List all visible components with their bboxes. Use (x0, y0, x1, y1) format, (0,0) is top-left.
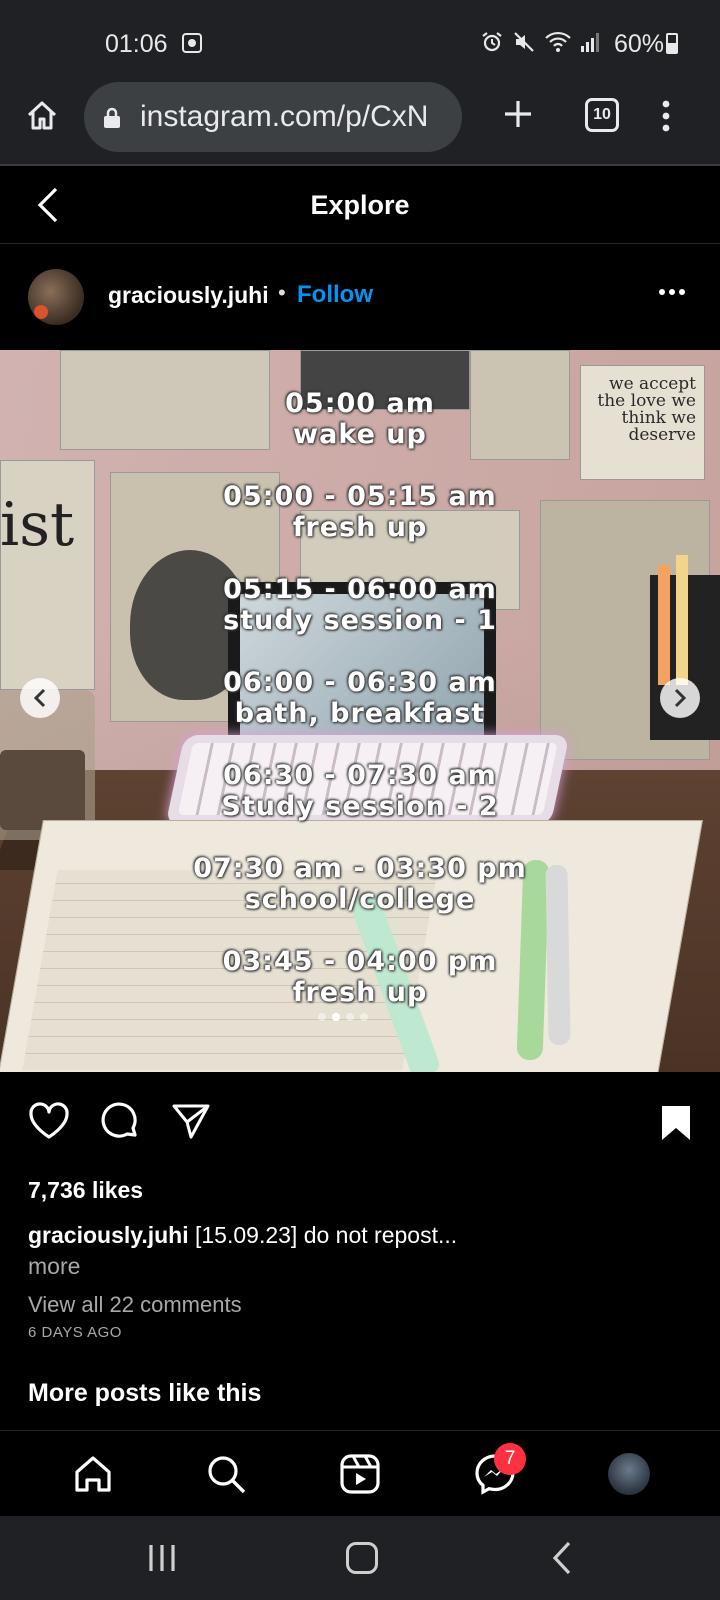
carousel-next-button[interactable] (660, 678, 700, 718)
messages-badge: 7 (494, 1443, 526, 1475)
schedule-activity: school/college (244, 884, 476, 915)
home-icon (75, 1456, 111, 1492)
author-avatar[interactable] (28, 269, 84, 325)
carousel-prev-button[interactable] (20, 678, 60, 718)
wifi-icon (545, 31, 571, 52)
send-icon (172, 1104, 210, 1139)
save-button[interactable] (660, 1104, 692, 1147)
comment-button[interactable] (100, 1102, 140, 1147)
comment-icon (101, 1102, 137, 1138)
mute-icon (514, 32, 534, 52)
schedule-time: 06:00 - 06:30 am (223, 667, 497, 698)
new-tab-button[interactable] (500, 96, 536, 137)
nav-profile-avatar[interactable] (608, 1453, 650, 1495)
battery-icon (666, 33, 678, 54)
alarm-icon (482, 32, 502, 52)
author-username[interactable]: graciously.juhi (108, 282, 269, 309)
nav-search[interactable] (205, 1453, 247, 1500)
schedule-activity: wake up (293, 419, 427, 450)
back-icon (552, 1541, 571, 1575)
carousel-dot (318, 1013, 326, 1021)
page-title: Explore (310, 190, 410, 220)
address-bar[interactable]: instagram.com/p/CxN (84, 82, 462, 152)
caption-text: [15.09.23] do not repost... (195, 1222, 458, 1248)
share-button[interactable] (171, 1102, 211, 1145)
schedule-entry: 05:15 - 06:00 am study session - 1 (0, 574, 720, 667)
nav-reels[interactable] (339, 1453, 381, 1500)
recent-apps-button[interactable] (148, 1543, 176, 1578)
bottom-navigation: 7 (0, 1430, 720, 1516)
schedule-time: 05:00 am (285, 388, 435, 419)
system-home-button[interactable] (346, 1542, 378, 1574)
browser-menu-button[interactable] (660, 98, 672, 139)
schedule-activity: fresh up (292, 977, 428, 1008)
status-time: 01:06 (105, 30, 168, 58)
more-vertical-icon (662, 100, 670, 132)
like-count[interactable]: 7,736 likes (28, 1177, 143, 1204)
status-bar: 01:06 60% (0, 0, 720, 80)
like-button[interactable] (28, 1102, 70, 1145)
schedule-entry: 03:45 - 04:00 pm fresh up (0, 946, 720, 1039)
browser-toolbar: instagram.com/p/CxN 10 (0, 80, 720, 166)
url-text: instagram.com/p/CxN (140, 100, 429, 133)
status-icons (480, 30, 600, 54)
carousel-indicator (318, 1013, 368, 1021)
more-horizontal-icon (659, 289, 685, 295)
view-comments-link[interactable]: View all 22 comments (28, 1292, 242, 1318)
schedule-activity: bath, breakfast (234, 698, 486, 729)
schedule-time: 07:30 am - 03:30 pm (193, 853, 527, 884)
tab-switcher-button[interactable]: 10 (585, 98, 619, 132)
schedule-time: 05:15 - 06:00 am (223, 574, 497, 605)
nav-home[interactable] (72, 1453, 114, 1500)
schedule-time: 06:30 - 07:30 am (223, 760, 497, 791)
post-options-button[interactable] (657, 284, 687, 302)
battery-percent: 60% (614, 30, 665, 58)
system-back-button[interactable] (552, 1541, 572, 1580)
caption-username[interactable]: graciously.juhi (28, 1222, 189, 1248)
schedule-time: 05:00 - 05:15 am (223, 481, 497, 512)
chevron-right-icon (674, 688, 687, 708)
schedule-activity: Study session - 2 (221, 791, 499, 822)
carousel-dot-active (332, 1013, 340, 1021)
post-timestamp: 6 DAYS AGO (28, 1324, 122, 1341)
heart-icon (29, 1102, 69, 1139)
carousel-dot (346, 1013, 354, 1021)
schedule-activity: fresh up (292, 512, 428, 543)
chevron-left-icon (33, 688, 46, 708)
home-icon (27, 101, 57, 130)
schedule-entry: 06:00 - 06:30 am bath, breakfast (0, 667, 720, 760)
post-actions (0, 1072, 720, 1156)
ig-header: Explore (0, 166, 720, 244)
schedule-time: 03:45 - 04:00 pm (222, 946, 498, 977)
post-header: graciously.juhi • Follow (0, 244, 720, 350)
post-image[interactable]: we accept the love we think we deserve i… (0, 350, 720, 1072)
system-navigation-bar (0, 1516, 720, 1600)
signal-icon (581, 33, 599, 52)
schedule-entry: 05:00 am wake up (0, 388, 720, 481)
caption-more-link[interactable]: more (28, 1253, 80, 1280)
schedule-overlay: 05:00 am wake up 05:00 - 05:15 am fresh … (0, 388, 720, 1039)
carousel-dot (360, 1013, 368, 1021)
screen-record-icon (182, 33, 202, 53)
separator-dot: • (278, 280, 286, 305)
follow-button[interactable]: Follow (297, 281, 373, 309)
browser-home-button[interactable] (24, 98, 60, 139)
reels-icon (340, 1454, 380, 1494)
search-icon (208, 1456, 246, 1494)
section-heading: More posts like this (28, 1379, 262, 1407)
schedule-entry: 07:30 am - 03:30 pm school/college (0, 853, 720, 946)
schedule-activity: study session - 1 (223, 605, 497, 636)
plus-icon (505, 101, 531, 127)
schedule-entry: 05:00 - 05:15 am fresh up (0, 481, 720, 574)
post-caption: graciously.juhi [15.09.23] do not repost… (28, 1222, 688, 1249)
schedule-entry: 06:30 - 07:30 am Study session - 2 (0, 760, 720, 853)
lock-icon (102, 107, 122, 134)
bookmark-filled-icon (662, 1106, 690, 1140)
recent-apps-icon (149, 1545, 175, 1571)
